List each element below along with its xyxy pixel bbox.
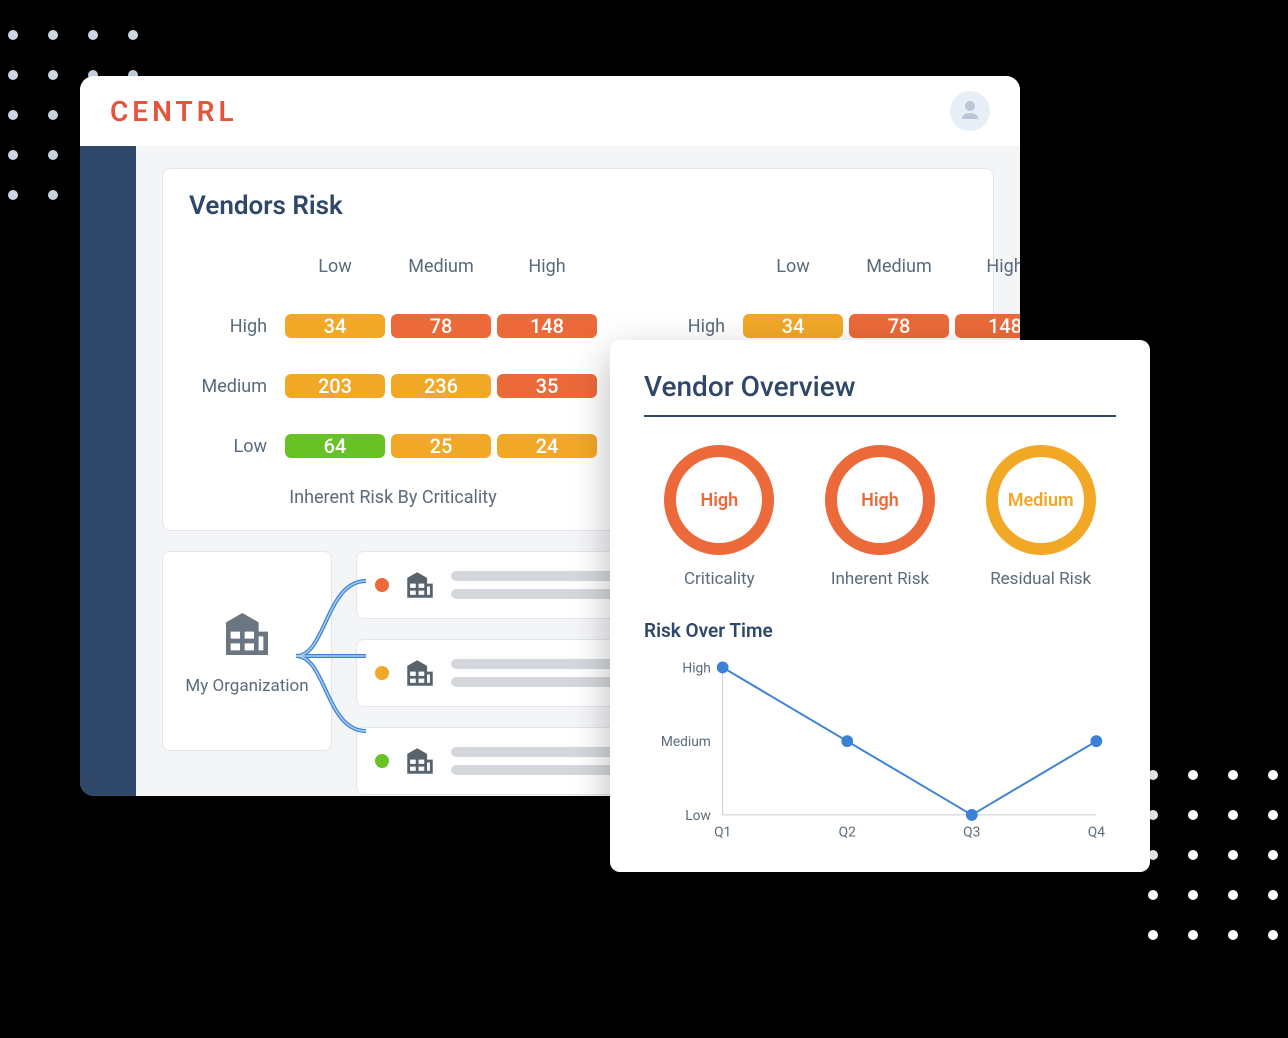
chart-point: [966, 809, 978, 821]
risk-donut: High Inherent Risk: [805, 445, 956, 589]
chart-y-tick: Medium: [661, 734, 711, 750]
chart-x-tick: Q4: [1088, 825, 1105, 841]
app-logo: CENTRL: [110, 95, 238, 128]
risk-donut-caption: Inherent Risk: [805, 569, 956, 589]
status-dot-icon: [375, 754, 389, 768]
heatmap-cell[interactable]: 78: [391, 314, 491, 338]
building-icon: [403, 656, 437, 690]
heatmap-cell[interactable]: 25: [391, 434, 491, 458]
chart-point: [717, 662, 729, 674]
chart-x-tick: Q1: [714, 825, 731, 841]
chart-x-tick: Q3: [963, 825, 980, 841]
heatmap-cell[interactable]: 78: [849, 314, 949, 338]
org-root-label: My Organization: [185, 676, 308, 696]
chart-point: [1090, 735, 1102, 747]
heatmap-col-label: Low: [743, 256, 843, 277]
decorative-dots-bottom-right: [1148, 770, 1278, 940]
heatmap-col-label: Medium: [849, 256, 949, 277]
heatmap-cell[interactable]: 203: [285, 374, 385, 398]
heatmap-row-label: High: [189, 316, 279, 337]
chart-point: [841, 735, 853, 747]
vendor-overview-title: Vendor Overview: [644, 370, 1116, 417]
building-icon: [219, 606, 275, 662]
heatmap-row-label: Medium: [189, 376, 279, 397]
risk-over-time-title: Risk Over Time: [644, 619, 1116, 642]
heatmap-col-label: Medium: [391, 256, 491, 277]
building-icon: [403, 568, 437, 602]
heatmap-row-label: High: [647, 316, 737, 337]
heatmap-cell[interactable]: 35: [497, 374, 597, 398]
heatmap-cell[interactable]: 148: [497, 314, 597, 338]
status-dot-icon: [375, 578, 389, 592]
risk-donut-value: Medium: [1008, 490, 1074, 511]
heatmap-col-label: High: [497, 256, 597, 277]
user-avatar[interactable]: [950, 91, 990, 131]
status-dot-icon: [375, 666, 389, 680]
app-header: CENTRL: [80, 76, 1020, 146]
org-root-card[interactable]: My Organization: [162, 551, 332, 751]
heatmap-caption: Inherent Risk By Criticality: [189, 487, 597, 508]
risk-donuts-row: High Criticality High Inherent Risk Medium Re…: [644, 445, 1116, 589]
chart-y-tick: Low: [685, 808, 711, 824]
sidebar: [80, 146, 136, 796]
heatmap-cell[interactable]: 24: [497, 434, 597, 458]
heatmap-cell[interactable]: 34: [285, 314, 385, 338]
risk-donut: Medium Residual Risk: [965, 445, 1116, 589]
risk-donut-value: High: [700, 490, 738, 511]
chart-line: [723, 667, 1097, 815]
vendor-overview-card: Vendor Overview High Criticality High Inher…: [610, 340, 1150, 872]
risk-over-time-chart: High Medium LowQ1 Q2 Q3 Q4: [644, 656, 1116, 846]
heatmap-col-label: Low: [285, 256, 385, 277]
risk-donut-value: High: [861, 490, 899, 511]
risk-donut: High Criticality: [644, 445, 795, 589]
vendors-risk-title: Vendors Risk: [189, 191, 967, 221]
heatmap-row-label: Low: [189, 436, 279, 457]
chart-x-tick: Q2: [839, 825, 856, 841]
risk-donut-caption: Criticality: [644, 569, 795, 589]
heatmap-cell[interactable]: 148: [955, 314, 1020, 338]
heatmap-cell[interactable]: 64: [285, 434, 385, 458]
heatmap-col-label: High: [955, 256, 1020, 277]
heatmap-left: Low Medium High High 3478148 Medium 20323635 Lo…: [189, 239, 597, 508]
building-icon: [403, 744, 437, 778]
heatmap-cell[interactable]: 34: [743, 314, 843, 338]
chart-y-tick: High: [682, 660, 710, 676]
risk-donut-caption: Residual Risk: [965, 569, 1116, 589]
user-icon: [958, 99, 982, 123]
heatmap-cell[interactable]: 236: [391, 374, 491, 398]
